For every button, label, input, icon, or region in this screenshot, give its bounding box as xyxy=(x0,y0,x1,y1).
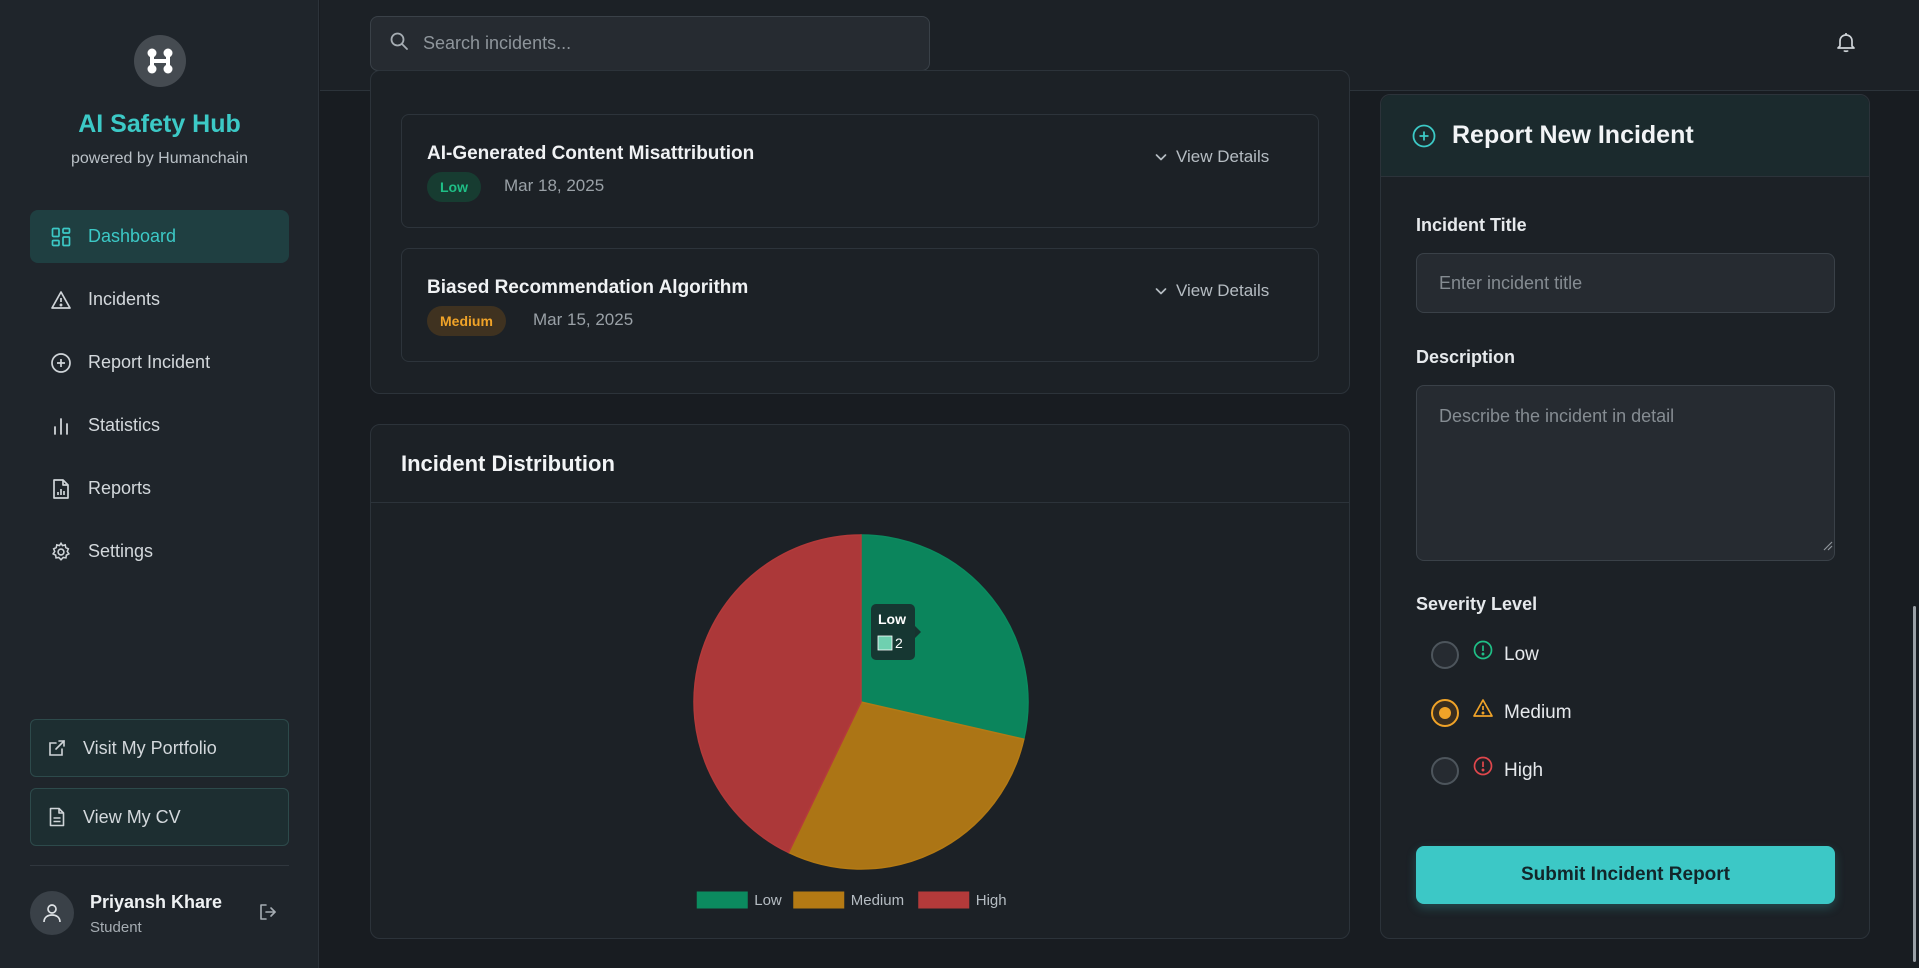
incident-title-label: Incident Title xyxy=(1416,215,1527,235)
radio-button[interactable] xyxy=(1431,757,1459,785)
info-circle-icon xyxy=(1473,640,1493,660)
description-textarea[interactable] xyxy=(1416,385,1835,561)
warning-icon xyxy=(1473,699,1493,717)
chart-tooltip: Low 2 xyxy=(871,604,921,660)
sidebar-nav: Dashboard Incidents Report Incident Stat… xyxy=(30,210,289,588)
search-box[interactable] xyxy=(370,16,930,71)
incident-title-input[interactable] xyxy=(1416,253,1835,313)
submit-incident-button[interactable]: Submit Incident Report xyxy=(1416,846,1835,904)
tooltip-value: 2 xyxy=(895,635,903,651)
brand-title: AI Safety Hub xyxy=(78,110,241,138)
avatar[interactable] xyxy=(30,891,74,935)
user-name: Priyansh Khare xyxy=(90,892,223,912)
alert-circle-icon xyxy=(1473,756,1493,776)
visit-portfolio-button[interactable]: Visit My Portfolio xyxy=(30,719,289,777)
chevron-down-icon xyxy=(1155,288,1167,295)
resize-handle-icon[interactable] xyxy=(1821,539,1833,551)
sidebar-item-statistics[interactable]: Statistics xyxy=(30,399,289,452)
logout-icon[interactable] xyxy=(256,900,280,924)
search-input[interactable] xyxy=(423,33,893,54)
sidebar-item-label: Incidents xyxy=(88,289,161,309)
gear-icon xyxy=(50,541,72,563)
severity-option-low[interactable]: Low xyxy=(1431,640,1539,670)
sidebar-item-report-incident[interactable]: Report Incident xyxy=(30,336,289,389)
legend-label: Low xyxy=(754,892,782,909)
legend-item-low[interactable]: Low xyxy=(696,891,782,909)
incident-item: Biased Recommendation Algorithm Medium M… xyxy=(401,248,1319,362)
severity-badge: Medium xyxy=(427,306,506,336)
legend-swatch xyxy=(918,891,970,909)
sidebar-item-label: Reports xyxy=(88,478,152,498)
sidebar: AI Safety Hub powered by Humanchain Dash… xyxy=(0,0,319,968)
sidebar-item-label: Report Incident xyxy=(88,352,211,372)
visit-portfolio-label: Visit My Portfolio xyxy=(83,737,217,758)
severity-option-label: Medium xyxy=(1504,702,1572,723)
legend-swatch xyxy=(696,891,748,909)
legend-item-medium[interactable]: Medium xyxy=(793,891,904,909)
radio-button[interactable] xyxy=(1431,641,1459,669)
document-icon xyxy=(47,807,67,827)
sidebar-item-incidents[interactable]: Incidents xyxy=(30,273,289,326)
form-header: Report New Incident xyxy=(1381,95,1869,177)
legend-label: Medium xyxy=(851,892,904,909)
sidebar-item-label: Dashboard xyxy=(88,226,177,246)
incident-title: AI-Generated Content Misattribution xyxy=(427,143,755,164)
sidebar-item-reports[interactable]: Reports xyxy=(30,462,289,515)
view-cv-label: View My CV xyxy=(83,806,181,827)
distribution-title: Incident Distribution xyxy=(371,425,1349,503)
severity-option-medium[interactable]: Medium xyxy=(1431,698,1572,728)
radio-dot xyxy=(1439,707,1451,719)
pie-chart: Low Medium High Low 2 xyxy=(693,534,1029,909)
incident-list: AI-Generated Content Misattribution Low … xyxy=(370,70,1350,394)
severity-label: Severity Level xyxy=(1416,594,1538,614)
logo-icon[interactable] xyxy=(134,35,186,87)
scrollbar[interactable] xyxy=(1913,606,1916,962)
description-label: Description xyxy=(1416,347,1516,367)
incident-distribution-card: Incident Distribution Low Medium High Low 2 xyxy=(370,424,1350,939)
sidebar-divider xyxy=(30,865,289,866)
view-cv-button[interactable]: View My CV xyxy=(30,788,289,846)
sidebar-item-dashboard[interactable]: Dashboard xyxy=(30,210,289,263)
view-details-label: View Details xyxy=(1176,281,1270,300)
dashboard-icon xyxy=(50,226,72,248)
report-incident-form: Report New Incident Incident Title Descr… xyxy=(1380,94,1870,939)
radio-button[interactable] xyxy=(1431,699,1459,727)
search-icon xyxy=(389,31,409,56)
file-icon xyxy=(50,478,72,500)
plus-circle-icon xyxy=(50,352,72,374)
legend-swatch xyxy=(793,891,845,909)
incident-date: Mar 18, 2025 xyxy=(504,176,605,195)
sidebar-item-settings[interactable]: Settings xyxy=(30,525,289,578)
view-details-button[interactable]: View Details xyxy=(1154,147,1269,167)
severity-badge: Low xyxy=(427,172,481,202)
sidebar-item-label: Settings xyxy=(88,541,154,561)
legend-label: High xyxy=(976,892,1007,909)
warning-icon xyxy=(50,289,72,311)
incident-title: Biased Recommendation Algorithm xyxy=(427,277,749,298)
plus-circle-icon xyxy=(1412,124,1436,147)
chevron-down-icon xyxy=(1155,154,1167,161)
view-details-button[interactable]: View Details xyxy=(1154,281,1269,301)
incident-date: Mar 15, 2025 xyxy=(533,310,634,329)
external-link-icon xyxy=(47,738,67,758)
notification-bell-icon[interactable] xyxy=(1834,30,1858,54)
brand-subtitle: powered by Humanchain xyxy=(71,150,248,167)
bar-chart-icon xyxy=(50,415,72,437)
form-title: Report New Incident xyxy=(1452,121,1694,149)
severity-option-label: Low xyxy=(1504,644,1539,665)
severity-option-label: High xyxy=(1504,760,1544,781)
sidebar-item-label: Statistics xyxy=(88,415,161,435)
view-details-label: View Details xyxy=(1176,147,1270,166)
user-role: Student xyxy=(90,919,142,936)
tooltip-label: Low xyxy=(878,611,906,627)
severity-option-high[interactable]: High xyxy=(1431,756,1543,786)
legend-item-high[interactable]: High xyxy=(918,891,1007,909)
incident-item: AI-Generated Content Misattribution Low … xyxy=(401,114,1319,228)
